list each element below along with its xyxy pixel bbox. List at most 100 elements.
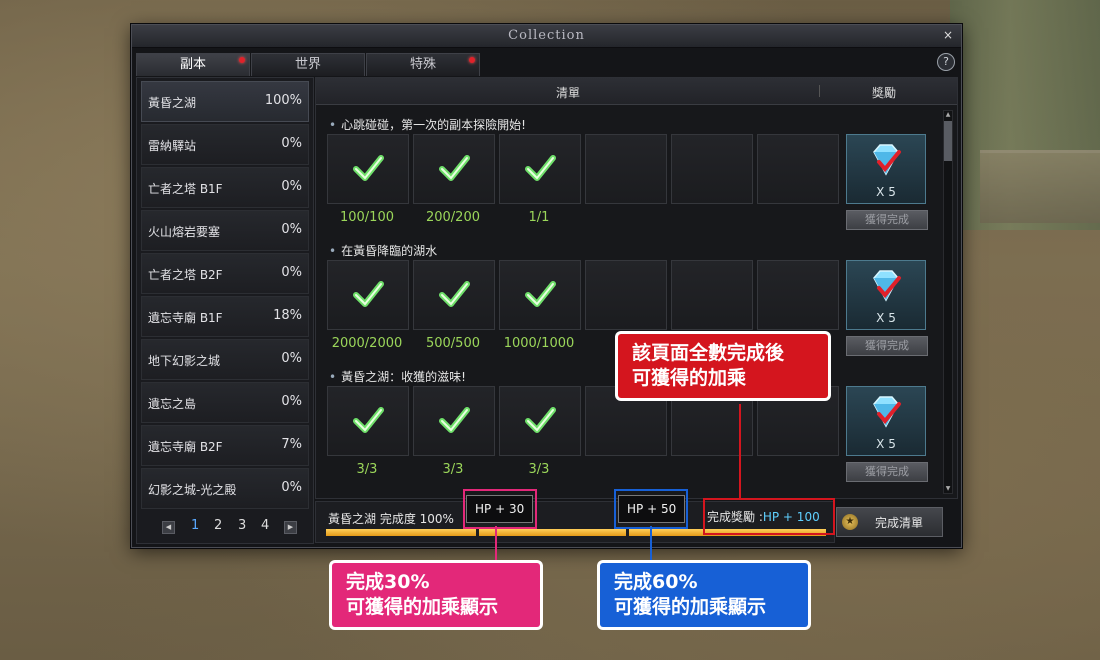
claim-button[interactable]: 獲得完成 (846, 336, 928, 356)
annotation-text: 完成30% 可獲得的加乘顯示 (346, 571, 499, 618)
item-count: 2000/2000 (331, 336, 403, 351)
diamond-icon (873, 144, 901, 176)
page-4[interactable]: 4 (261, 518, 269, 533)
scroll-down-icon[interactable]: ▼ (944, 485, 952, 493)
check-icon (353, 281, 384, 307)
dungeon-percent: 0% (281, 480, 302, 495)
list-item[interactable]: 雷納驛站 0% (141, 124, 309, 165)
section-title: 心跳碰碰，第一次的副本探險開始! (329, 116, 526, 133)
scroll-thumb[interactable] (944, 121, 952, 161)
empty-slot (671, 260, 753, 330)
list-item[interactable]: 火山熔岩要塞 0% (141, 210, 309, 251)
tab-label: 世界 (294, 57, 321, 72)
scroll-up-icon[interactable]: ▲ (944, 111, 952, 119)
list-item[interactable]: 遺忘之島 0% (141, 382, 309, 423)
progress-marker (476, 528, 479, 537)
dungeon-percent: 0% (281, 394, 302, 409)
dungeon-name: 雷納驛站 (148, 139, 197, 153)
section-title: 在黃昏降臨的湖水 (329, 242, 437, 259)
item-count: 500/500 (425, 336, 480, 351)
check-icon (439, 407, 470, 433)
list-item[interactable]: 亡者之塔 B2F 0% (141, 253, 309, 294)
item-slot[interactable] (499, 260, 581, 330)
dungeon-list: 黃昏之湖 100% 雷納驛站 0% 亡者之塔 B1F 0% 火山熔岩要塞 0% 亡者之塔… (136, 77, 314, 544)
item-slot[interactable] (413, 386, 495, 456)
claim-button[interactable]: 獲得完成 (846, 462, 928, 482)
progress-marker (626, 528, 629, 537)
tab-special[interactable]: 特殊 (366, 53, 480, 76)
pagination: ◀ 1 2 3 4 ▶ (157, 518, 297, 536)
check-icon (525, 407, 556, 433)
diamond-icon (873, 270, 901, 302)
item-count: 200/200 (425, 210, 480, 225)
highlight-final-reward (703, 498, 835, 535)
tab-dungeon[interactable]: 副本 (136, 53, 250, 76)
dungeon-name: 亡者之塔 B2F (148, 268, 223, 282)
item-slot[interactable] (413, 260, 495, 330)
next-page-icon[interactable]: ▶ (284, 521, 297, 534)
reward-quantity: X 5 (876, 437, 896, 451)
empty-slot (757, 260, 839, 330)
check-icon (353, 407, 384, 433)
item-slot[interactable] (413, 134, 495, 204)
dungeon-percent: 100% (264, 93, 302, 108)
scrollbar[interactable]: ▲ ▼ (943, 110, 953, 494)
dungeon-name: 亡者之塔 B1F (148, 182, 223, 196)
reward-item[interactable]: X 5 (846, 260, 926, 330)
empty-slot (585, 134, 667, 204)
collection-window: Collection × 副本 世界 特殊 ? 黃昏之湖 100% 雷納驛站 0% … (131, 24, 962, 548)
dungeon-name: 遺忘寺廟 B1F (148, 311, 223, 325)
list-item[interactable]: 黃昏之湖 100% (141, 81, 309, 122)
list-item[interactable]: 幻影之城-光之殿 0% (141, 468, 309, 509)
notification-dot-icon (239, 57, 245, 63)
list-item[interactable]: 地下幻影之城 0% (141, 339, 309, 380)
help-icon[interactable]: ? (937, 53, 955, 71)
annotation-30-bonus: 完成30% 可獲得的加乘顯示 (332, 563, 540, 627)
annotation-text: 完成60% 可獲得的加乘顯示 (614, 571, 767, 618)
item-count: 1000/1000 (503, 336, 575, 351)
reward-item[interactable]: X 5 (846, 386, 926, 456)
diamond-icon (873, 396, 901, 428)
list-item[interactable]: 遺忘寺廟 B2F 7% (141, 425, 309, 466)
annotation-60-bonus: 完成60% 可獲得的加乘顯示 (600, 563, 808, 627)
title-bar: Collection × (132, 25, 961, 48)
dungeon-percent: 7% (281, 437, 302, 452)
annotation-final-bonus: 該頁面全數完成後 可獲得的加乘 (618, 334, 828, 398)
dungeon-percent: 0% (281, 351, 302, 366)
dungeon-percent: 0% (281, 136, 302, 151)
tab-label: 特殊 (409, 57, 436, 72)
complete-list-button[interactable]: ★ 完成清單 (836, 507, 943, 537)
background-step (980, 150, 1100, 223)
item-slot[interactable] (327, 260, 409, 330)
item-slot[interactable] (499, 386, 581, 456)
item-count: 3/3 (528, 462, 550, 477)
list-item[interactable]: 遺忘寺廟 B1F 18% (141, 296, 309, 337)
page-3[interactable]: 3 (238, 518, 246, 533)
check-icon (525, 155, 556, 181)
page-1[interactable]: 1 (191, 518, 199, 533)
connector-line (495, 526, 497, 563)
reward-item[interactable]: X 5 (846, 134, 926, 204)
item-slot[interactable] (327, 134, 409, 204)
item-count: 1/1 (528, 210, 550, 225)
list-item[interactable]: 亡者之塔 B1F 0% (141, 167, 309, 208)
item-slot[interactable] (499, 134, 581, 204)
dungeon-percent: 0% (281, 222, 302, 237)
tab-label: 副本 (179, 57, 206, 72)
reward-quantity: X 5 (876, 311, 896, 325)
reward-quantity: X 5 (876, 185, 896, 199)
dungeon-percent: 18% (273, 308, 302, 323)
page-2[interactable]: 2 (214, 518, 222, 533)
check-icon (439, 281, 470, 307)
close-icon[interactable]: × (943, 28, 953, 42)
claim-button[interactable]: 獲得完成 (846, 210, 928, 230)
annotation-text: 該頁面全數完成後 可獲得的加乘 (632, 342, 785, 389)
item-slot[interactable] (327, 386, 409, 456)
completion-label: 黃昏之湖 完成度 100% (328, 512, 454, 526)
prev-page-icon[interactable]: ◀ (162, 521, 175, 534)
dungeon-name: 火山熔岩要塞 (148, 225, 221, 239)
dungeon-name: 幻影之城-光之殿 (148, 483, 237, 497)
dungeon-name: 遺忘寺廟 B2F (148, 440, 223, 454)
tab-world[interactable]: 世界 (251, 53, 365, 76)
dungeon-percent: 0% (281, 179, 302, 194)
